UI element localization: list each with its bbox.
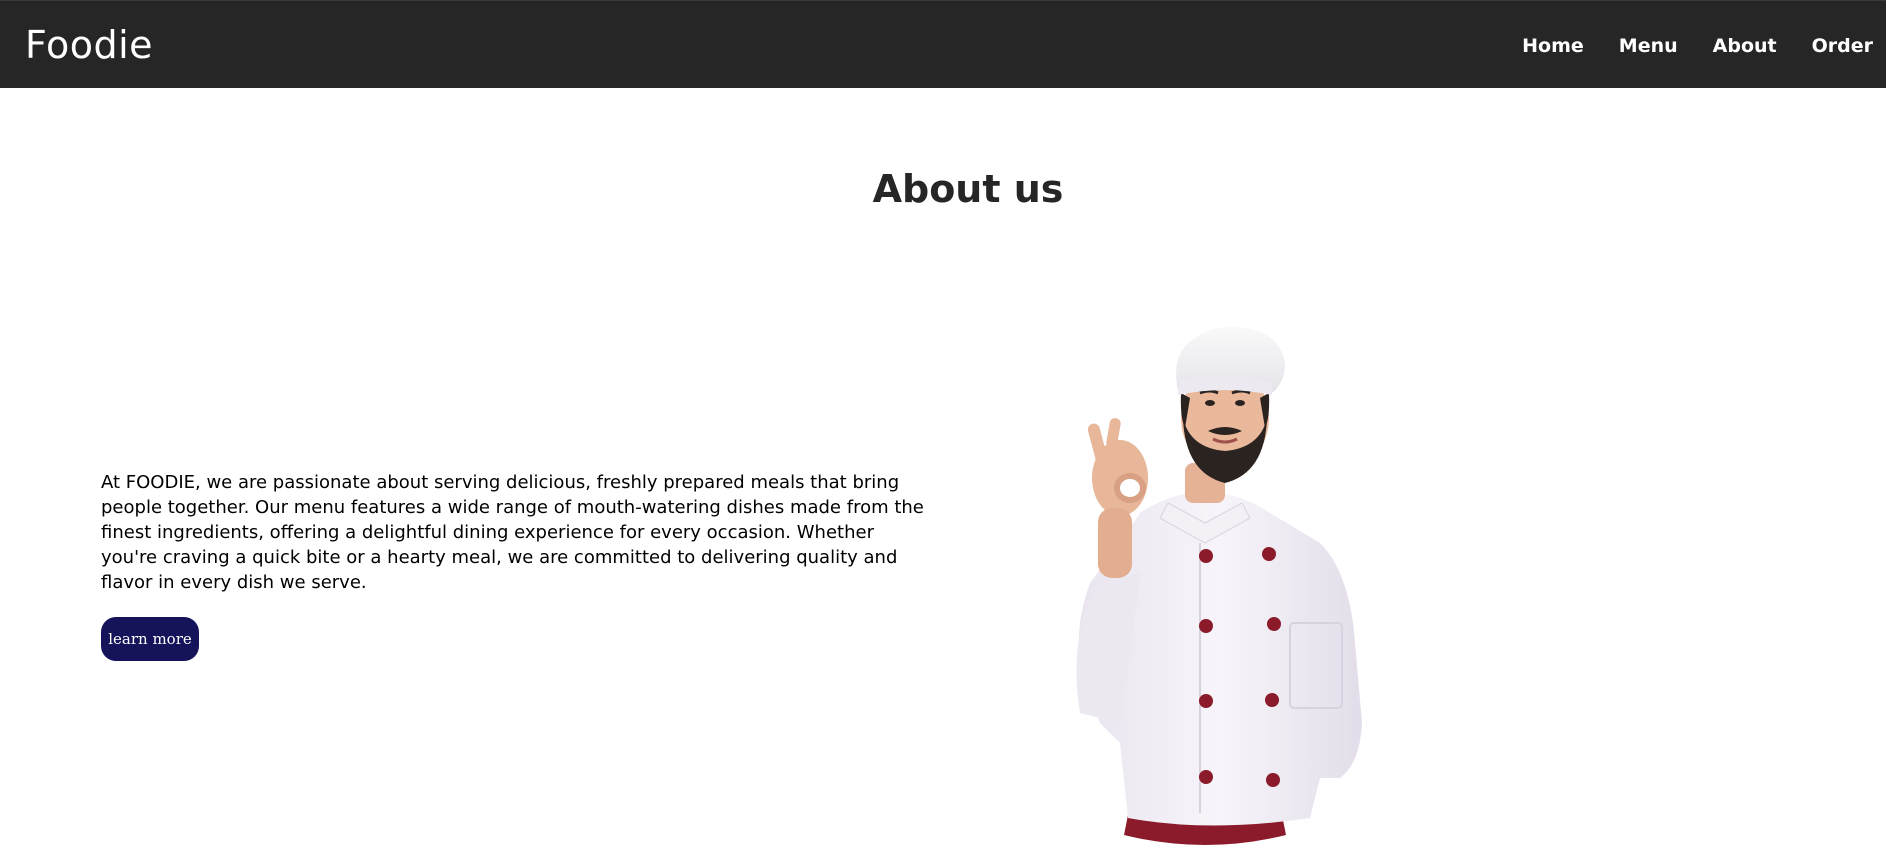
nav-link-about[interactable]: About [1713,32,1777,60]
nav-link-order[interactable]: Order [1812,32,1873,60]
nav-link-menu[interactable]: Menu [1619,32,1678,60]
about-paragraph: At FOODIE, we are passionate about servi… [101,472,924,593]
navbar: Foodie Home Menu About Order [0,0,1886,88]
nav-links: Home Menu About Order [1487,32,1873,60]
about-title: About us [872,167,1064,211]
chef-image [1076,326,1362,845]
learn-more-button[interactable]: learn more [101,617,199,661]
brand-logo[interactable]: Foodie [25,21,153,69]
nav-link-home[interactable]: Home [1522,32,1584,60]
